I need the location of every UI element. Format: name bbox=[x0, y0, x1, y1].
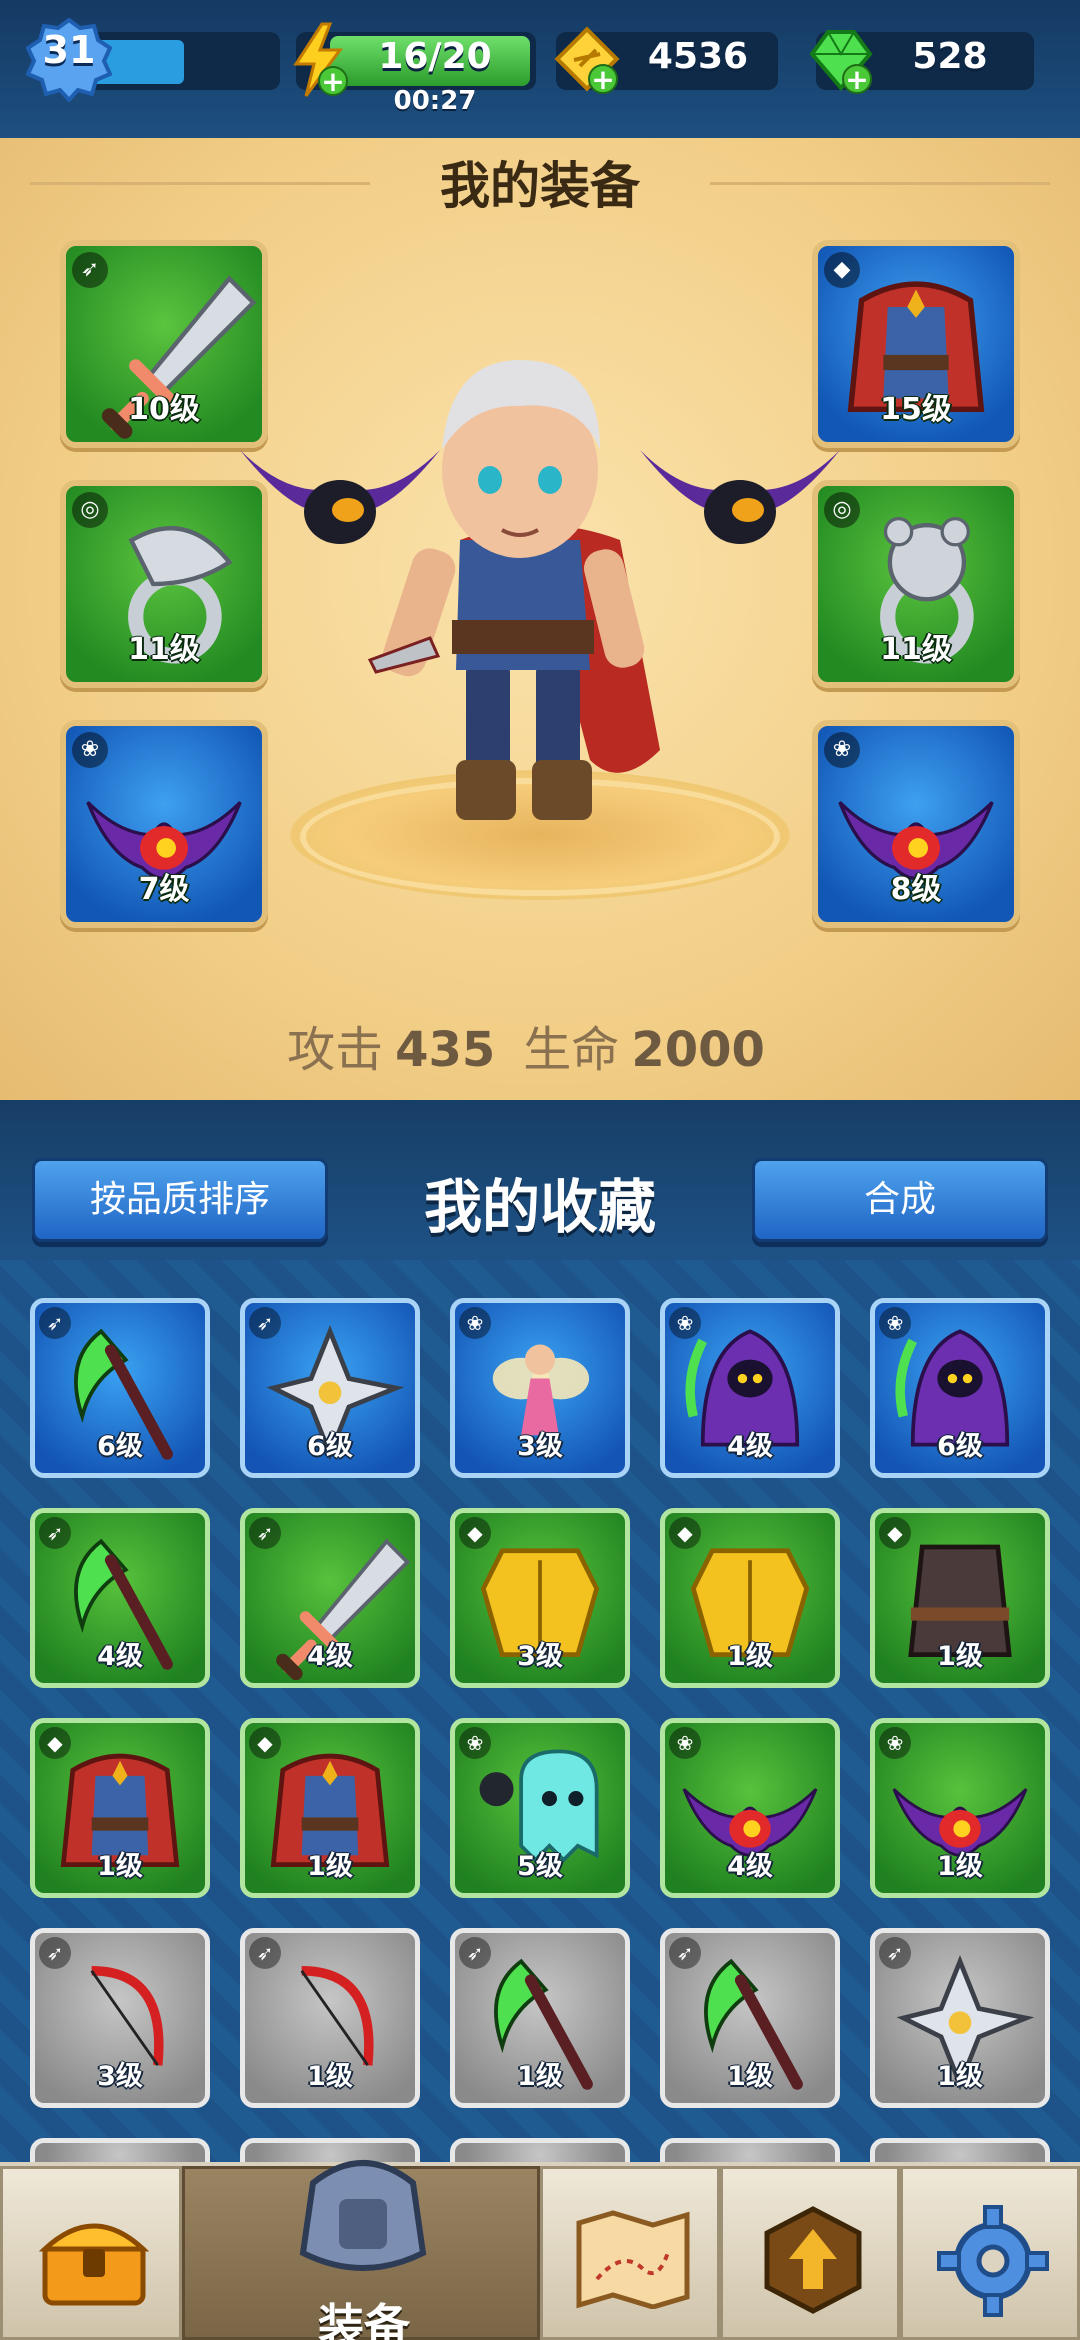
item-level: 1级 bbox=[937, 1851, 983, 1882]
hp-label: 生命 bbox=[523, 1022, 620, 1078]
collection-item[interactable]: ❀ 3级 bbox=[450, 1298, 630, 1478]
pet-type-icon: ❀ bbox=[879, 1727, 911, 1759]
pet-type-icon: ❀ bbox=[669, 1727, 701, 1759]
energy-count: 16/20 bbox=[378, 36, 492, 77]
item-level: 1级 bbox=[727, 1641, 773, 1672]
weapon-type-icon: ➶ bbox=[72, 252, 108, 288]
item-level: 4级 bbox=[727, 1431, 773, 1462]
collection-item[interactable]: ➶ 6级 bbox=[30, 1298, 210, 1478]
item-level: 1级 bbox=[937, 2061, 983, 2092]
collection-item[interactable]: ➶ 6级 bbox=[240, 1298, 420, 1478]
armor-type-icon: ◆ bbox=[879, 1517, 911, 1549]
collection-item[interactable]: ❀ 1级 bbox=[870, 1718, 1050, 1898]
collection-item[interactable]: ➶ 3级 bbox=[30, 1928, 210, 2108]
collection-item[interactable]: ◆ 3级 bbox=[450, 1508, 630, 1688]
collection-title: 我的收藏 bbox=[423, 1173, 656, 1241]
collection-item[interactable]: ➶ 4级 bbox=[240, 1508, 420, 1688]
weapon-type-icon: ➶ bbox=[249, 1937, 281, 1969]
add-gems-button[interactable]: + bbox=[842, 64, 872, 94]
nav-chest[interactable] bbox=[0, 2166, 182, 2340]
item-level: 4级 bbox=[307, 1641, 353, 1672]
pet-type-icon: ❀ bbox=[72, 732, 108, 768]
item-level: 5级 bbox=[517, 1851, 563, 1882]
nav-equipment-label: 装备 bbox=[318, 2299, 410, 2340]
item-level: 4级 bbox=[97, 1641, 143, 1672]
item-level: 3级 bbox=[97, 2061, 143, 2092]
hero-character[interactable] bbox=[220, 320, 860, 880]
nav-map[interactable] bbox=[540, 2166, 720, 2340]
upgrade-arrow-icon bbox=[764, 2206, 862, 2314]
collection-item[interactable]: ❀ 5级 bbox=[450, 1718, 630, 1898]
collection-item[interactable]: ➶ 1级 bbox=[240, 1928, 420, 2108]
hero-stats: 攻击 435 生命 2000 bbox=[0, 1010, 1080, 1080]
armor-type-icon: ◆ bbox=[39, 1727, 71, 1759]
weapon-type-icon: ➶ bbox=[39, 1517, 71, 1549]
weapon-type-icon: ➶ bbox=[879, 1937, 911, 1969]
collection-item[interactable]: ◆ 1级 bbox=[30, 1718, 210, 1898]
collection-item[interactable]: ➶ 1级 bbox=[660, 1928, 840, 2108]
item-level: 1级 bbox=[937, 1641, 983, 1672]
item-level: 6级 bbox=[937, 1431, 983, 1462]
item-level: 3级 bbox=[517, 1641, 563, 1672]
gem-count: 528 bbox=[912, 36, 988, 77]
item-level: 3级 bbox=[517, 1431, 563, 1462]
map-icon bbox=[576, 2210, 690, 2309]
armor-type-icon: ◆ bbox=[459, 1517, 491, 1549]
weapon-type-icon: ➶ bbox=[249, 1517, 281, 1549]
weapon-type-icon: ➶ bbox=[39, 1937, 71, 1969]
collection-item[interactable]: ◆ 1级 bbox=[870, 1508, 1050, 1688]
collection-item[interactable]: ➶ 1级 bbox=[450, 1928, 630, 2108]
collection-item[interactable]: ❀ 4级 bbox=[660, 1718, 840, 1898]
title-divider-left bbox=[30, 182, 370, 185]
sort-by-quality-button[interactable]: 按品质排序 bbox=[32, 1158, 328, 1242]
title-divider-right bbox=[710, 182, 1050, 185]
merge-button[interactable]: 合成 bbox=[752, 1158, 1048, 1242]
treasure-chest-icon bbox=[39, 2223, 149, 2306]
item-level: 1级 bbox=[517, 2061, 563, 2092]
pet-type-icon: ❀ bbox=[879, 1307, 911, 1339]
item-level: 1级 bbox=[307, 2061, 353, 2092]
ring-type-icon: ◎ bbox=[72, 492, 108, 528]
armor-type-icon: ◆ bbox=[824, 252, 860, 288]
item-level: 6级 bbox=[97, 1431, 143, 1462]
collection-item[interactable]: ❀ 6级 bbox=[870, 1298, 1050, 1478]
item-level: 1级 bbox=[97, 1851, 143, 1882]
collection-item[interactable]: ❀ 4级 bbox=[660, 1298, 840, 1478]
add-energy-button[interactable]: + bbox=[318, 66, 348, 96]
hp-value: 2000 bbox=[631, 1022, 765, 1078]
equipment-title: 我的装备 bbox=[440, 157, 640, 215]
collection-item[interactable]: ➶ 4级 bbox=[30, 1508, 210, 1688]
nav-settings[interactable] bbox=[900, 2166, 1080, 2340]
item-level: 6级 bbox=[307, 1431, 353, 1462]
weapon-type-icon: ➶ bbox=[39, 1307, 71, 1339]
gold-count: 4536 bbox=[647, 36, 749, 77]
collection-item[interactable]: ◆ 1级 bbox=[660, 1508, 840, 1688]
item-level: 4级 bbox=[727, 1851, 773, 1882]
collection-item[interactable]: ◆ 1级 bbox=[240, 1718, 420, 1898]
pet-type-icon: ❀ bbox=[459, 1307, 491, 1339]
armor-helmet-icon bbox=[299, 2160, 427, 2271]
armor-type-icon: ◆ bbox=[249, 1727, 281, 1759]
pet-type-icon: ❀ bbox=[459, 1727, 491, 1759]
item-level: 1级 bbox=[727, 2061, 773, 2092]
add-gold-button[interactable]: + bbox=[588, 64, 618, 94]
attack-label: 攻击 bbox=[287, 1022, 384, 1078]
weapon-type-icon: ➶ bbox=[249, 1307, 281, 1339]
nav-upgrade[interactable] bbox=[720, 2166, 900, 2340]
gear-icon bbox=[937, 2205, 1049, 2317]
armor-type-icon: ◆ bbox=[669, 1517, 701, 1549]
pet-type-icon: ❀ bbox=[669, 1307, 701, 1339]
collection-item[interactable]: ➶ 1级 bbox=[870, 1928, 1050, 2108]
top-status-bar: 31 + 16/20 00:27 + 4536 + 528 bbox=[0, 0, 1080, 138]
player-level: 31 bbox=[42, 28, 96, 72]
weapon-type-icon: ➶ bbox=[669, 1937, 701, 1969]
energy-timer: 00:27 bbox=[393, 86, 477, 116]
weapon-type-icon: ➶ bbox=[459, 1937, 491, 1969]
attack-value: 435 bbox=[395, 1022, 496, 1078]
item-level: 1级 bbox=[307, 1851, 353, 1882]
